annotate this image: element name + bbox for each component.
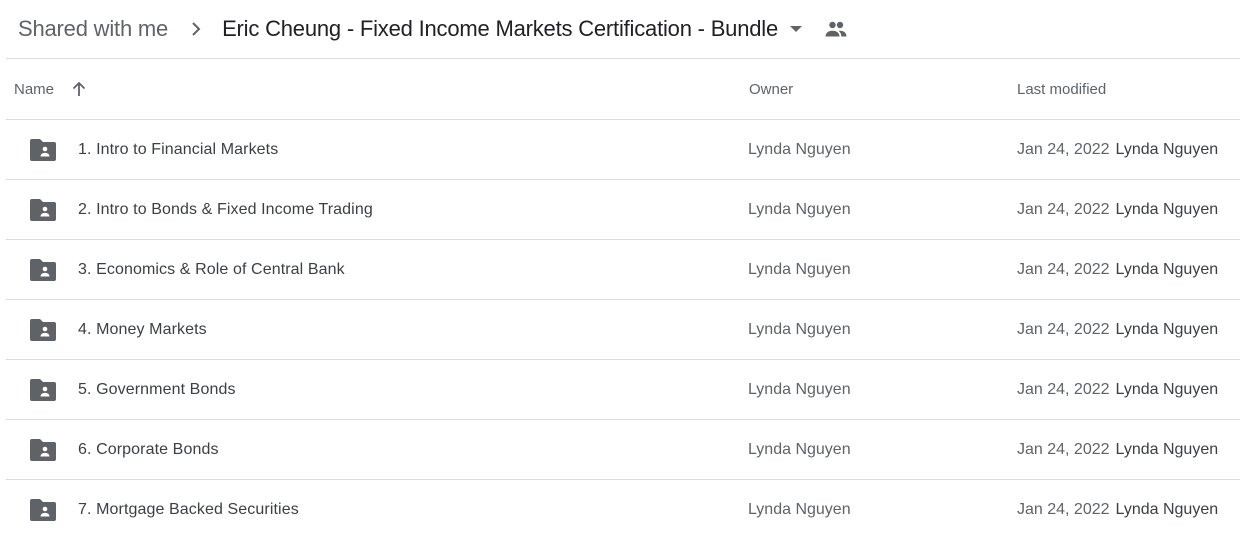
file-owner: Lynda Nguyen [748,201,851,218]
modified-by: Lynda Nguyen [1115,141,1219,158]
table-row[interactable]: 6. Corporate Bonds Lynda Nguyen Jan 24, … [6,420,1240,480]
file-last-modified: Jan 24, 2022 Lynda Nguyen [1017,240,1218,300]
modified-date: Jan 24, 2022 [1017,441,1110,458]
table-row[interactable]: 5. Government Bonds Lynda Nguyen Jan 24,… [6,360,1240,420]
modified-date: Jan 24, 2022 [1017,261,1110,278]
table-row[interactable]: 7. Mortgage Backed Securities Lynda Nguy… [6,480,1240,540]
modified-date: Jan 24, 2022 [1017,201,1110,218]
file-name: 5. Government Bonds [78,381,236,398]
file-name: 1. Intro to Financial Markets [78,141,279,158]
modified-date: Jan 24, 2022 [1017,501,1110,518]
file-owner: Lynda Nguyen [748,501,851,518]
file-name: 6. Corporate Bonds [78,441,219,458]
file-name: 3. Economics & Role of Central Bank [78,261,345,278]
people-icon[interactable] [824,17,848,41]
modified-by: Lynda Nguyen [1115,261,1219,278]
file-owner: Lynda Nguyen [748,381,851,398]
breadcrumb-shared-with-me[interactable]: Shared with me [18,16,168,42]
file-owner: Lynda Nguyen [748,441,851,458]
file-name: 7. Mortgage Backed Securities [78,501,299,518]
table-header: Name Owner Last modified [6,59,1240,120]
file-last-modified: Jan 24, 2022 Lynda Nguyen [1017,180,1218,240]
column-header-owner: Owner [749,59,793,119]
modified-by: Lynda Nguyen [1115,441,1219,458]
column-header-name-label: Name [14,80,55,98]
modified-date: Jan 24, 2022 [1017,321,1110,338]
breadcrumb: Shared with me Eric Cheung - Fixed Incom… [0,0,1240,58]
shared-folder-icon [30,480,56,540]
column-header-last-modified-label: Last modified [1017,80,1107,98]
file-last-modified: Jan 24, 2022 Lynda Nguyen [1017,300,1218,360]
shared-folder-icon [30,180,56,240]
shared-folder-icon [30,360,56,420]
table-row[interactable]: 3. Economics & Role of Central Bank Lynd… [6,240,1240,300]
chevron-right-icon [184,17,208,41]
file-name: 2. Intro to Bonds & Fixed Income Trading [78,201,373,218]
column-header-name[interactable]: Name [14,59,88,119]
modified-date: Jan 24, 2022 [1017,141,1110,158]
column-header-owner-label: Owner [749,80,794,98]
file-last-modified: Jan 24, 2022 Lynda Nguyen [1017,360,1218,420]
modified-by: Lynda Nguyen [1115,501,1219,518]
shared-folder-icon [30,240,56,300]
caret-down-icon[interactable] [786,19,806,39]
file-last-modified: Jan 24, 2022 Lynda Nguyen [1017,420,1218,480]
modified-by: Lynda Nguyen [1115,321,1219,338]
file-owner: Lynda Nguyen [748,261,851,278]
table-row[interactable]: 1. Intro to Financial Markets Lynda Nguy… [6,120,1240,180]
arrow-up-icon[interactable] [70,80,88,98]
file-last-modified: Jan 24, 2022 Lynda Nguyen [1017,480,1218,540]
shared-folder-icon [30,420,56,480]
modified-date: Jan 24, 2022 [1017,381,1110,398]
table-row[interactable]: 4. Money Markets Lynda Nguyen Jan 24, 20… [6,300,1240,360]
file-name: 4. Money Markets [78,321,207,338]
file-owner: Lynda Nguyen [748,321,851,338]
modified-by: Lynda Nguyen [1115,381,1219,398]
file-last-modified: Jan 24, 2022 Lynda Nguyen [1017,120,1218,180]
column-header-last-modified[interactable]: Last modified [1017,59,1106,119]
shared-folder-icon [30,120,56,180]
file-owner: Lynda Nguyen [748,141,851,158]
file-list: 1. Intro to Financial Markets Lynda Nguy… [6,120,1240,540]
shared-folder-icon [30,300,56,360]
table-row[interactable]: 2. Intro to Bonds & Fixed Income Trading… [6,180,1240,240]
breadcrumb-current-folder[interactable]: Eric Cheung - Fixed Income Markets Certi… [222,16,778,42]
modified-by: Lynda Nguyen [1115,201,1219,218]
